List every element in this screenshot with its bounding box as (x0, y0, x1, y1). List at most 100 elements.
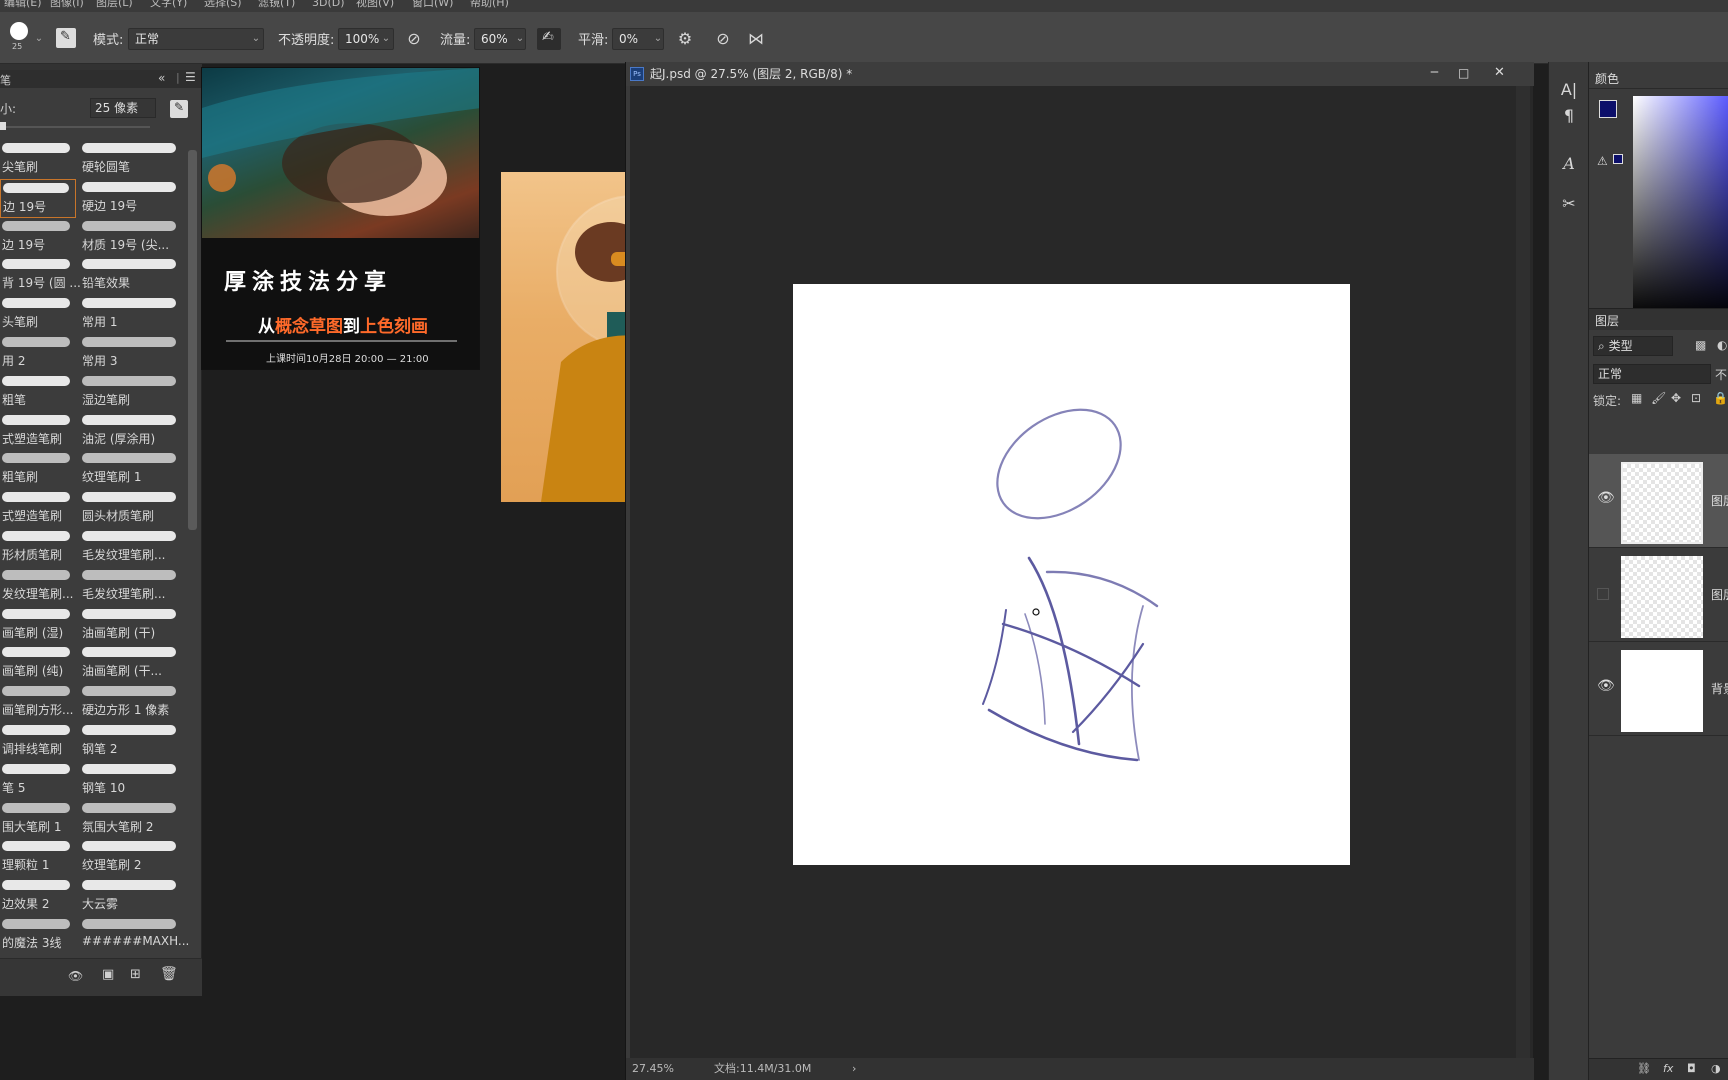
brush-preset[interactable]: 大云雾 (80, 877, 182, 916)
paragraph-icon[interactable]: ¶ (1558, 106, 1580, 126)
brush-preset[interactable]: 边 19号 (0, 218, 76, 257)
new-brush-button[interactable]: ✎ (170, 100, 188, 118)
layer-name[interactable]: 图层 (1711, 492, 1728, 509)
brush-preset[interactable]: 粗笔 (0, 373, 76, 412)
eye-icon[interactable]: 👁 (1597, 678, 1615, 694)
brush-preset[interactable]: 毛发纹理笔刷... (80, 567, 182, 606)
reference-poster-1[interactable]: 厚涂技法分享 从概念草图到上色刻画 上课时间10月28日 20:00 — 21:… (201, 67, 480, 370)
chevron-down-icon[interactable]: ⌄ (512, 28, 528, 50)
brush-preset[interactable]: 用 2 (0, 334, 76, 373)
glyphs-icon[interactable]: A (1558, 154, 1580, 174)
eye-icon[interactable]: 👁 (1597, 490, 1615, 506)
brush-preset[interactable]: 头笔刷 (0, 295, 76, 334)
butterfly-icon[interactable]: ⋈ (744, 29, 768, 49)
brush-preset[interactable]: 纹理笔刷 1 (80, 450, 182, 489)
brush-preset[interactable]: 硬轮圆笔 (80, 140, 182, 179)
brush-preset[interactable]: 发纹理笔刷... (0, 567, 76, 606)
brush-preset[interactable]: 氛围大笔刷 2 (80, 800, 182, 839)
brush-preset[interactable]: 常用 1 (80, 295, 182, 334)
brush-preset[interactable]: 铅笔效果 (80, 256, 182, 295)
fx-icon[interactable]: fx (1663, 1062, 1673, 1075)
maximize-icon[interactable]: □ (1458, 61, 1469, 85)
foreground-color-swatch[interactable] (1599, 100, 1617, 118)
lock-transparent-icon[interactable]: ▦ (1631, 391, 1642, 405)
image-filter-icon[interactable]: ▩ (1695, 338, 1706, 352)
brush-preset[interactable]: 调排线笔刷 (0, 722, 76, 761)
brush-preset[interactable]: 油画笔刷 (干) (80, 606, 182, 645)
menu-filter[interactable]: 滤镜(T) (258, 0, 295, 8)
layer-row[interactable]: 👁 背景 (1589, 642, 1728, 736)
brush-preset[interactable]: 的魔法 3线 (0, 916, 76, 955)
layer-name[interactable]: 图层 (1711, 586, 1728, 603)
gamut-warning-icon[interactable]: ⚠ (1597, 154, 1608, 168)
color-picker-field[interactable] (1633, 96, 1728, 318)
brush-preset[interactable]: 理颗粒 1 (0, 838, 76, 877)
link-layers-icon[interactable]: ⛓ (1637, 1062, 1651, 1075)
brush-preset[interactable]: 画笔刷 (纯) (0, 644, 76, 683)
brush-preset[interactable]: 形材质笔刷 (0, 528, 76, 567)
collapse-icon[interactable]: « (158, 71, 165, 85)
brush-preset[interactable]: 尖笔刷 (0, 140, 76, 179)
preview-icon[interactable]: 👁 (68, 969, 83, 983)
brush-preset[interactable]: 毛发纹理笔刷... (80, 528, 182, 567)
trash-icon[interactable]: 🗑 (160, 966, 178, 982)
layer-name[interactable]: 背景 (1711, 680, 1728, 697)
menu-edit[interactable]: 编辑(E) (4, 0, 42, 8)
brush-preset[interactable]: 硬边方形 1 像素 (80, 683, 182, 722)
brush-preset[interactable]: 粗笔刷 (0, 450, 76, 489)
pressure-size-icon[interactable]: ⊘ (712, 29, 734, 49)
menu-view[interactable]: 视图(V) (356, 0, 394, 8)
lock-artboard-icon[interactable]: ⊡ (1691, 391, 1701, 405)
doc-vertical-scrollbar[interactable] (1516, 86, 1530, 1058)
mask-icon[interactable]: ◘ (1687, 1062, 1696, 1075)
menu-image[interactable]: 图像(I) (50, 0, 84, 8)
brush-preset[interactable]: 背 19号 (圆 ... (0, 256, 81, 295)
chevron-right-icon[interactable]: › (852, 1058, 856, 1080)
menu-select[interactable]: 选择(S) (204, 0, 242, 8)
new-preset-icon[interactable]: ⊞ (130, 967, 141, 982)
brush-preset[interactable]: ######MAXH... (80, 916, 189, 955)
adjustment-filter-icon[interactable]: ◐ (1717, 338, 1727, 352)
chevron-down-icon[interactable]: ⌄ (650, 28, 666, 50)
brush-preset[interactable]: 材质 19号 (尖... (80, 218, 182, 257)
layer-row[interactable]: 图层 (1589, 548, 1728, 642)
size-slider[interactable] (0, 126, 150, 128)
pressure-opacity-icon[interactable]: ⊘ (403, 29, 425, 49)
adjustment-icon[interactable]: ◑ (1711, 1062, 1721, 1075)
chevron-down-icon[interactable]: ⌄ (378, 28, 394, 50)
menu-help[interactable]: 帮助(H) (470, 0, 509, 8)
brush-preset-picker[interactable]: 25 (8, 22, 32, 52)
brush-preset[interactable]: 纹理笔刷 2 (80, 838, 182, 877)
close-icon[interactable]: ✕ (1494, 61, 1505, 85)
brush-preset[interactable]: 式塑造笔刷 (0, 489, 76, 528)
airbrush-toggle[interactable]: ✍ (537, 28, 561, 50)
menu-window[interactable]: 窗口(W) (412, 0, 453, 8)
gear-icon[interactable]: ⚙ (674, 29, 696, 49)
layer-row[interactable]: 👁 图层 (1589, 454, 1728, 548)
brush-preset[interactable]: 钢笔 10 (80, 761, 182, 800)
brush-settings-toggle[interactable]: ✎ (56, 28, 76, 48)
brush-preset[interactable]: 围大笔刷 1 (0, 800, 76, 839)
lock-all-icon[interactable]: 🔒 (1713, 391, 1728, 405)
size-input[interactable]: 25 像素 (90, 98, 156, 118)
brush-preset[interactable]: 钢笔 2 (80, 722, 182, 761)
menu-icon[interactable]: ☰ (185, 70, 196, 84)
blend-mode-select[interactable]: 正常 (1593, 364, 1711, 384)
brush-preset[interactable]: 笔 5 (0, 761, 76, 800)
brush-preset[interactable]: 式塑造笔刷 (0, 412, 76, 451)
brush-list-scrollbar[interactable] (188, 150, 197, 530)
brush-preset[interactable]: 边 19号 (0, 178, 76, 218)
menu-type[interactable]: 文字(Y) (150, 0, 187, 8)
brush-preset[interactable]: 常用 3 (80, 334, 182, 373)
mode-select[interactable]: 正常 (128, 28, 264, 50)
websafe-color-swatch[interactable] (1613, 154, 1623, 164)
lock-pixels-icon[interactable]: 🖌 (1651, 391, 1666, 405)
brush-preset[interactable]: 圆头材质笔刷 (80, 489, 182, 528)
zoom-level[interactable]: 27.45% (632, 1058, 674, 1080)
brush-preset[interactable]: 湿边笔刷 (80, 373, 182, 412)
minimize-icon[interactable]: ‒ (1430, 60, 1439, 84)
brush-preset[interactable]: 画笔刷方形... (0, 683, 76, 722)
chevron-down-icon[interactable]: ⌄ (31, 28, 47, 50)
hidden-visibility-toggle[interactable] (1597, 588, 1609, 600)
lock-position-icon[interactable]: ✥ (1671, 391, 1681, 405)
